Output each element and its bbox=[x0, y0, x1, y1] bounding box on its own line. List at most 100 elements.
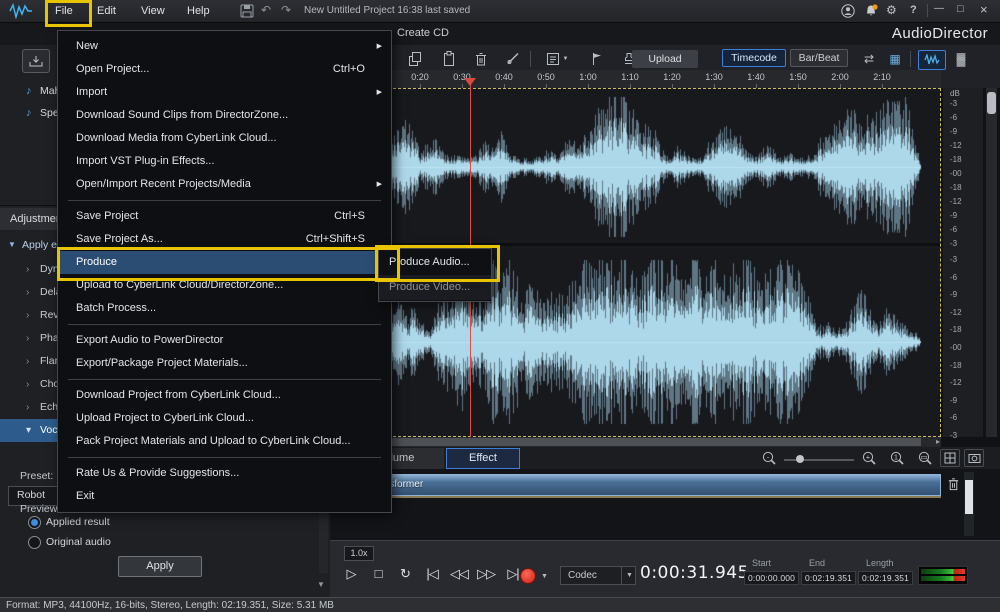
undo-icon[interactable]: ↶ bbox=[261, 3, 271, 17]
file-menu-item-download-sound-clips-from-directorzone[interactable]: Download Sound Clips from DirectorZone..… bbox=[58, 104, 391, 127]
zoom-out-button[interactable]: - bbox=[762, 451, 777, 466]
timecode-button[interactable]: Timecode bbox=[722, 49, 786, 67]
upload-button[interactable]: Upload bbox=[632, 50, 698, 68]
grid-toggle-button[interactable]: ▦ bbox=[882, 49, 908, 69]
delete-button[interactable] bbox=[468, 49, 494, 69]
go-to-start-button[interactable]: |◁ bbox=[419, 566, 445, 582]
menu-help[interactable]: Help bbox=[178, 1, 219, 21]
file-menu-item-download-project-from-cyberlink-cloud[interactable]: Download Project from CyberLink Cloud... bbox=[58, 384, 391, 407]
radio-unselected-icon[interactable] bbox=[28, 536, 41, 549]
file-menu-item-save-project[interactable]: Save ProjectCtrl+S bbox=[58, 205, 391, 228]
track-scrollbar[interactable] bbox=[964, 472, 974, 536]
db-label: -6 bbox=[950, 414, 957, 422]
next-button[interactable]: ▷▷ bbox=[473, 566, 499, 582]
loop-playback-button[interactable]: ↻ bbox=[392, 566, 418, 582]
notifications-icon[interactable] bbox=[864, 4, 878, 18]
redo-icon[interactable]: ↷ bbox=[281, 3, 291, 17]
file-menu-item-exit[interactable]: Exit bbox=[58, 485, 391, 508]
file-menu-item-import-vst-plug-in-effects[interactable]: Import VST Plug-in Effects... bbox=[58, 150, 391, 173]
db-label: -00 bbox=[950, 170, 962, 178]
file-menu-item-download-media-from-cyberlink-cloud[interactable]: Download Media from CyberLink Cloud... bbox=[58, 127, 391, 150]
snap-toggle-button[interactable]: ⇄ bbox=[856, 49, 882, 69]
track-scrollbar-thumb[interactable] bbox=[965, 480, 973, 514]
settings-icon[interactable]: ⚙ bbox=[886, 3, 897, 17]
zoom-slider-knob[interactable] bbox=[796, 455, 804, 463]
vertical-scrollbar-thumb[interactable] bbox=[987, 92, 996, 114]
file-menu-item-export-audio-to-powerdirector[interactable]: Export Audio to PowerDirector bbox=[58, 329, 391, 352]
file-menu-item-open-import-recent-projects-media[interactable]: Open/Import Recent Projects/Media▶ bbox=[58, 173, 391, 196]
zoom-selection-icon: ▭ bbox=[918, 451, 933, 466]
record-dropdown-icon[interactable]: ▼ bbox=[541, 573, 548, 580]
playback-speed[interactable]: 1.0x bbox=[344, 546, 374, 561]
playhead-marker[interactable] bbox=[464, 78, 476, 86]
bar-beat-button[interactable]: Bar/Beat bbox=[790, 49, 848, 67]
maximize-button[interactable]: □ bbox=[957, 3, 964, 15]
file-menu-item-pack-project-materials-and-upload-to-cyberlink-cloud[interactable]: Pack Project Materials and Upload to Cyb… bbox=[58, 430, 391, 453]
fit-view-button[interactable] bbox=[964, 449, 984, 467]
waveform-view-button[interactable] bbox=[918, 50, 946, 70]
remove-effect-button[interactable] bbox=[946, 476, 961, 492]
file-menu-item-export-package-project-materials[interactable]: Export/Package Project Materials... bbox=[58, 352, 391, 375]
spectral-view-button[interactable]: ▓ bbox=[948, 49, 974, 69]
svg-text:+: + bbox=[866, 452, 871, 461]
file-menu-item-new[interactable]: New▶ bbox=[58, 35, 391, 58]
horizontal-scrollbar[interactable]: ▸ bbox=[333, 437, 941, 447]
chevron-right-icon: › bbox=[26, 304, 29, 327]
file-menu-item-upload-to-cyberlink-cloud-directorzone[interactable]: Upload to CyberLink Cloud/DirectorZone..… bbox=[58, 274, 391, 297]
horizontal-scrollbar-thumb[interactable] bbox=[333, 438, 921, 446]
file-menu-item-open-project[interactable]: Open Project...Ctrl+O bbox=[58, 58, 391, 81]
room-tab-create-cd[interactable]: Create CD bbox=[397, 27, 449, 39]
submenu-arrow-icon: ▶ bbox=[377, 81, 382, 104]
effect-clip[interactable]: Vocal Transformer bbox=[333, 474, 941, 496]
codec-select[interactable]: Codec bbox=[560, 566, 622, 585]
play-button[interactable]: ▷ bbox=[338, 566, 364, 582]
file-menu-item-import[interactable]: Import▶ bbox=[58, 81, 391, 104]
trash-icon bbox=[946, 476, 961, 492]
zoom-slider-track[interactable] bbox=[784, 459, 854, 461]
channel-divider bbox=[333, 243, 941, 246]
insert-tool-button[interactable]: ▼ bbox=[540, 49, 574, 69]
marker-button[interactable] bbox=[584, 49, 610, 69]
import-icon bbox=[29, 55, 43, 67]
zoom-in-button[interactable]: + bbox=[862, 451, 877, 466]
zoom-selection-button[interactable]: ▭ bbox=[918, 451, 933, 466]
ruler-label: 1:00 bbox=[574, 72, 602, 82]
record-button[interactable] bbox=[520, 568, 536, 584]
file-menu-item-save-project-as[interactable]: Save Project As...Ctrl+Shift+S bbox=[58, 228, 391, 251]
file-menu-item-produce[interactable]: Produce▶ bbox=[58, 251, 391, 274]
grid-view-button[interactable] bbox=[940, 449, 960, 467]
help-icon[interactable]: ? bbox=[910, 4, 917, 16]
menu-file[interactable]: File bbox=[46, 1, 82, 21]
db-label: -9 bbox=[950, 212, 957, 220]
stop-button[interactable]: □ bbox=[365, 566, 391, 581]
vertical-scrollbar[interactable] bbox=[986, 88, 997, 437]
codec-dropdown-button[interactable]: ▼ bbox=[621, 566, 636, 585]
preview-radio-original-audio[interactable]: Original audio bbox=[0, 532, 300, 552]
close-button[interactable]: × bbox=[980, 2, 988, 17]
save-project-icon[interactable] bbox=[240, 4, 254, 18]
previous-button[interactable]: ◁◁ bbox=[446, 566, 472, 582]
apply-button[interactable]: Apply bbox=[118, 556, 202, 577]
menu-edit[interactable]: Edit bbox=[88, 1, 125, 21]
user-profile-icon[interactable] bbox=[841, 4, 855, 18]
timeline-ruler[interactable]: 0:200:300:400:501:001:101:201:301:401:50… bbox=[333, 70, 941, 89]
menu-view[interactable]: View bbox=[132, 1, 174, 21]
tab-effect[interactable]: Effect bbox=[446, 448, 520, 469]
scroll-right-icon[interactable]: ▸ bbox=[936, 437, 940, 446]
preview-radio-applied-result[interactable]: Applied result bbox=[0, 512, 300, 532]
ruler-label: 1:20 bbox=[658, 72, 686, 82]
left-panel-scroll-down-icon[interactable]: ▼ bbox=[317, 580, 325, 589]
file-menu-item-upload-project-to-cyberlink-cloud[interactable]: Upload Project to CyberLink Cloud... bbox=[58, 407, 391, 430]
submenu-item-produce-video[interactable]: Produce Video... bbox=[379, 275, 491, 300]
trim-button[interactable] bbox=[500, 49, 526, 69]
zoom-one-button[interactable]: 1 bbox=[890, 451, 905, 466]
paste-button[interactable] bbox=[436, 49, 462, 69]
minimize-button[interactable]: — bbox=[934, 3, 944, 14]
copy-button[interactable] bbox=[402, 49, 428, 69]
submenu-item-produce-audio[interactable]: Produce Audio... bbox=[379, 250, 491, 275]
import-media-button[interactable] bbox=[22, 49, 50, 73]
file-menu-item-rate-us-provide-suggestions[interactable]: Rate Us & Provide Suggestions... bbox=[58, 462, 391, 485]
file-menu-item-batch-process[interactable]: Batch Process... bbox=[58, 297, 391, 320]
radio-selected-icon[interactable] bbox=[28, 516, 41, 529]
db-label: -6 bbox=[950, 226, 957, 234]
